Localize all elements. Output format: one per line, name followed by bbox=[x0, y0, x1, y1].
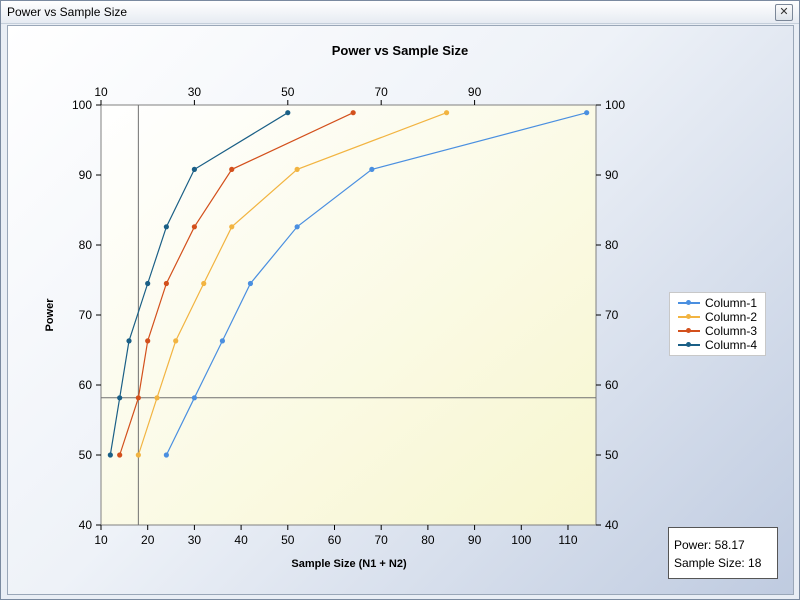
chart-legend: Column-1 Column-2 Column-3 Column-4 bbox=[669, 292, 766, 356]
legend-item-column-1: Column-1 bbox=[670, 296, 765, 310]
data-point-column-2[interactable] bbox=[229, 224, 235, 230]
data-point-column-4[interactable] bbox=[126, 338, 132, 344]
x-tick-top-label: 10 bbox=[94, 85, 108, 99]
data-point-column-3[interactable] bbox=[229, 166, 235, 172]
y-tick-right-label: 100 bbox=[605, 98, 625, 112]
data-point-column-2[interactable] bbox=[154, 395, 160, 401]
plot-area[interactable] bbox=[100, 104, 597, 526]
data-point-column-4[interactable] bbox=[145, 280, 151, 287]
data-point-column-4[interactable] bbox=[285, 110, 291, 116]
x-tick-top-label: 30 bbox=[188, 85, 202, 99]
x-tick-bottom-label: 90 bbox=[468, 533, 482, 547]
x-tick-bottom-label: 30 bbox=[188, 533, 202, 547]
data-point-column-1[interactable] bbox=[191, 395, 197, 401]
x-tick-bottom-label: 40 bbox=[234, 533, 248, 547]
data-point-column-3[interactable] bbox=[163, 280, 169, 287]
y-tick-left-label: 40 bbox=[79, 518, 93, 532]
x-axis-label: Sample Size (N1 + N2) bbox=[291, 558, 407, 570]
y-tick-left-label: 50 bbox=[79, 448, 93, 462]
data-point-column-3[interactable] bbox=[135, 395, 141, 401]
data-point-column-3[interactable] bbox=[350, 110, 356, 116]
data-point-column-3[interactable] bbox=[191, 224, 197, 230]
y-tick-left-label: 100 bbox=[72, 98, 92, 112]
data-point-column-4[interactable] bbox=[117, 395, 123, 401]
legend-item-column-4: Column-4 bbox=[670, 338, 765, 352]
x-tick-bottom-label: 80 bbox=[421, 533, 435, 547]
x-tick-top-label: 50 bbox=[281, 85, 295, 99]
y-tick-right-label: 60 bbox=[605, 378, 619, 392]
x-tick-bottom-label: 20 bbox=[141, 533, 155, 547]
y-tick-right-label: 80 bbox=[605, 238, 619, 252]
legend-label: Column-2 bbox=[705, 310, 758, 324]
y-tick-left-label: 60 bbox=[79, 378, 93, 392]
data-point-column-2[interactable] bbox=[443, 110, 450, 116]
data-point-column-1[interactable] bbox=[247, 280, 254, 287]
power-readout: Power: 58.17 bbox=[674, 538, 745, 552]
legend-label: Column-1 bbox=[705, 296, 758, 310]
y-axis-label: Power bbox=[44, 298, 56, 332]
x-tick-bottom-label: 10 bbox=[94, 533, 108, 547]
x-tick-bottom-label: 100 bbox=[511, 533, 531, 547]
legend-marker bbox=[686, 328, 691, 333]
data-point-column-2[interactable] bbox=[201, 280, 207, 287]
data-point-column-3[interactable] bbox=[145, 338, 151, 344]
data-point-column-2[interactable] bbox=[173, 338, 179, 344]
y-tick-right-label: 40 bbox=[605, 518, 619, 532]
legend-label: Column-3 bbox=[705, 324, 758, 338]
data-point-column-3[interactable] bbox=[117, 452, 123, 458]
y-tick-left-label: 90 bbox=[79, 168, 93, 182]
y-tick-right-label: 90 bbox=[605, 168, 619, 182]
y-tick-right-label: 50 bbox=[605, 448, 619, 462]
x-tick-bottom-label: 70 bbox=[375, 533, 389, 547]
x-tick-top-label: 70 bbox=[375, 85, 389, 99]
y-tick-right-label: 70 bbox=[605, 308, 619, 322]
legend-marker bbox=[686, 300, 691, 305]
crosshair-info-box: Power: 58.17 Sample Size: 18 bbox=[668, 527, 778, 579]
legend-item-column-3: Column-3 bbox=[670, 324, 765, 338]
y-tick-left-label: 80 bbox=[79, 238, 93, 252]
data-point-column-4[interactable] bbox=[163, 224, 169, 230]
x-tick-top-label: 90 bbox=[468, 85, 482, 99]
data-point-column-1[interactable] bbox=[219, 338, 226, 344]
x-tick-bottom-label: 110 bbox=[558, 533, 577, 547]
data-point-column-1[interactable] bbox=[584, 110, 590, 116]
y-tick-left-label: 70 bbox=[79, 308, 93, 322]
data-point-column-1[interactable] bbox=[294, 224, 300, 230]
legend-label: Column-4 bbox=[705, 338, 758, 352]
data-point-column-1[interactable] bbox=[163, 452, 169, 458]
x-tick-bottom-label: 50 bbox=[281, 533, 295, 547]
legend-marker bbox=[686, 342, 691, 347]
data-point-column-2[interactable] bbox=[135, 452, 141, 458]
data-point-column-4[interactable] bbox=[107, 452, 113, 458]
data-point-column-2[interactable] bbox=[294, 166, 300, 172]
sample-size-readout: Sample Size: 18 bbox=[674, 556, 762, 570]
legend-marker bbox=[686, 314, 691, 319]
legend-item-column-2: Column-2 bbox=[670, 310, 765, 324]
x-tick-bottom-label: 60 bbox=[328, 533, 342, 547]
data-point-column-1[interactable] bbox=[369, 166, 375, 172]
chart-title: Power vs Sample Size bbox=[332, 43, 469, 58]
data-point-column-4[interactable] bbox=[191, 166, 197, 172]
